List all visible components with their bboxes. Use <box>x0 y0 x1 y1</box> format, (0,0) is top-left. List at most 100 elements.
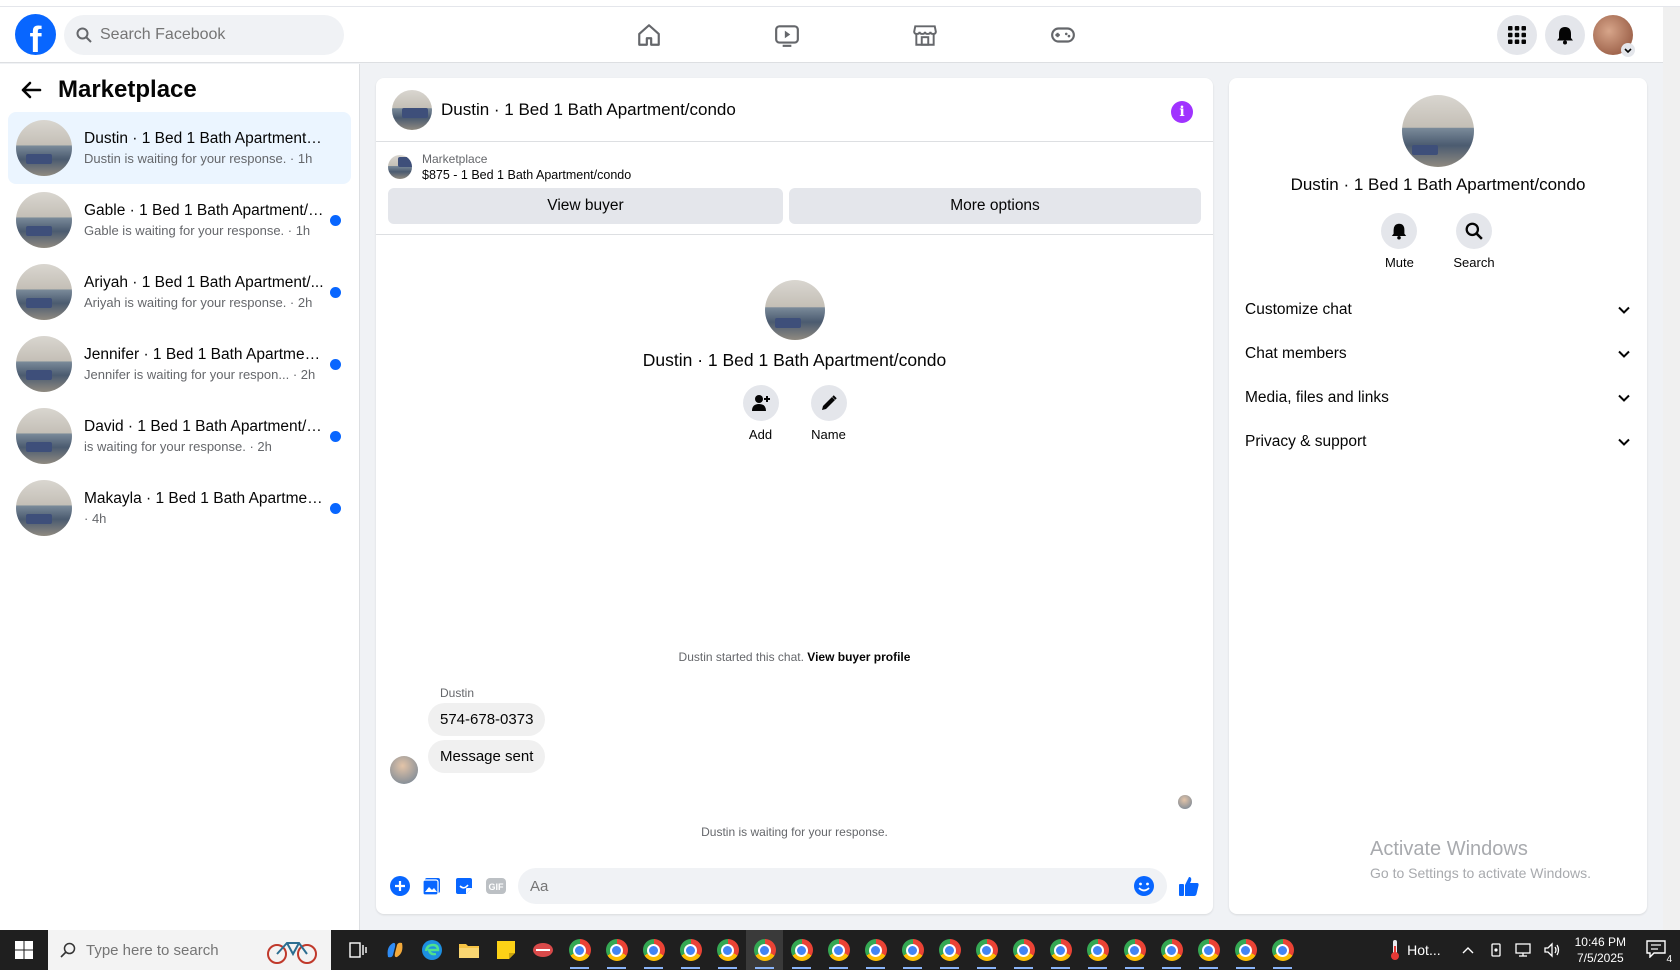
chrome-icon[interactable] <box>561 930 598 970</box>
conversation-item[interactable]: Gable · 1 Bed 1 Bath Apartment/c... Gabl… <box>8 184 351 256</box>
chrome-icon[interactable] <box>1153 930 1190 970</box>
search-input[interactable] <box>100 26 320 44</box>
gaming-icon[interactable] <box>994 14 1132 56</box>
chrome-icon[interactable] <box>1005 930 1042 970</box>
plus-icon[interactable] <box>384 870 416 902</box>
add-label: Add <box>748 427 773 442</box>
chrome-icon[interactable] <box>931 930 968 970</box>
waiting-note: Dustin is waiting for your response. <box>701 825 888 839</box>
edit-name-button[interactable]: Name <box>810 385 847 442</box>
chevron-down-icon <box>1621 43 1635 57</box>
chat-thumbnail[interactable] <box>392 89 432 130</box>
taskbar-search-input[interactable] <box>86 941 285 959</box>
chrome-icon[interactable] <box>635 930 672 970</box>
search-icon <box>76 27 92 43</box>
info-icon[interactable]: i <box>1171 101 1193 123</box>
home-icon[interactable] <box>580 14 718 56</box>
search-conversation-button[interactable]: Search <box>1453 213 1495 270</box>
sticker-icon[interactable] <box>448 870 480 902</box>
section-privacy-support[interactable]: Privacy & support <box>1229 420 1647 464</box>
chrome-icon[interactable] <box>598 930 635 970</box>
listing-thumbnail <box>16 120 72 176</box>
chrome-icon[interactable] <box>672 930 709 970</box>
emoji-icon[interactable] <box>1133 875 1155 897</box>
chrome-icon[interactable] <box>857 930 894 970</box>
conversation-item[interactable]: Ariyah · 1 Bed 1 Bath Apartment/... Ariy… <box>8 256 351 328</box>
section-label: Media, files and links <box>1245 389 1389 406</box>
photo-icon[interactable] <box>416 870 448 902</box>
conversation-item[interactable]: David · 1 Bed 1 Bath Apartment/c... is w… <box>8 400 351 472</box>
section-media-files-links[interactable]: Media, files and links <box>1229 376 1647 420</box>
listing-thumbnail <box>388 155 412 179</box>
message-input[interactable] <box>530 877 1133 895</box>
unread-dot <box>330 503 341 514</box>
notifications-bell-icon[interactable] <box>1545 15 1585 55</box>
sender-avatar[interactable] <box>390 756 418 784</box>
gif-icon[interactable]: GIF <box>480 870 512 902</box>
profile-avatar[interactable] <box>1593 15 1635 57</box>
view-buyer-button[interactable]: View buyer <box>388 188 784 224</box>
windows-start-icon[interactable] <box>0 930 48 970</box>
chrome-icon[interactable] <box>894 930 931 970</box>
weather-widget[interactable]: Hot... <box>1389 939 1441 961</box>
marketplace-icon[interactable] <box>856 14 994 56</box>
add-people-button[interactable]: Add <box>742 385 779 442</box>
back-arrow-icon[interactable] <box>20 79 42 101</box>
listing-price[interactable]: $875 - 1 Bed 1 Bath Apartment/condo <box>422 168 631 182</box>
watermark-title: Activate Windows <box>1370 838 1528 860</box>
top-nav-bar: f <box>0 7 1663 63</box>
task-view-icon[interactable] <box>339 930 376 970</box>
page-scrollbar[interactable] <box>1663 7 1680 930</box>
search-facebook-box[interactable] <box>64 15 344 55</box>
section-chat-members[interactable]: Chat members <box>1229 332 1647 376</box>
chrome-icon[interactable] <box>709 930 746 970</box>
chrome-icon[interactable] <box>1079 930 1116 970</box>
chrome-icon[interactable] <box>820 930 857 970</box>
message-bubble[interactable]: 574-678-0373 <box>428 703 546 736</box>
chrome-icon[interactable] <box>1116 930 1153 970</box>
profile-thumbnail <box>764 280 825 340</box>
more-options-button[interactable]: More options <box>789 188 1201 224</box>
sticky-notes-icon[interactable] <box>487 930 524 970</box>
chrome-icon[interactable] <box>1190 930 1227 970</box>
chrome-icon[interactable] <box>783 930 820 970</box>
conversation-title: Jennifer · 1 Bed 1 Bath Apartmen... <box>84 346 324 363</box>
chevron-down-icon <box>1618 350 1630 358</box>
thumbs-up-icon[interactable] <box>1173 870 1205 902</box>
chrome-icon[interactable] <box>1264 930 1301 970</box>
chevron-up-icon[interactable] <box>1461 945 1475 955</box>
conversation-item[interactable]: Jennifer · 1 Bed 1 Bath Apartmen... Jenn… <box>8 328 351 400</box>
activate-windows-watermark: Activate Windows Go to Settings to activ… <box>1370 838 1591 881</box>
view-buyer-profile-link[interactable]: View buyer profile <box>807 650 910 664</box>
chrome-icon[interactable] <box>1227 930 1264 970</box>
message-composer: GIF <box>376 858 1213 914</box>
section-customize-chat[interactable]: Customize chat <box>1229 288 1647 332</box>
account-controls <box>1497 15 1635 57</box>
copilot-icon[interactable] <box>376 930 413 970</box>
facebook-logo-icon[interactable]: f <box>15 14 56 55</box>
listing-thumbnail <box>16 336 72 392</box>
volume-icon[interactable] <box>1543 942 1561 958</box>
conversation-subtitle: is waiting for your response. · 2h <box>84 439 272 454</box>
edge-icon[interactable] <box>413 930 450 970</box>
chrome-icon[interactable] <box>746 930 783 970</box>
conversation-item[interactable]: Makayla · 1 Bed 1 Bath Apartmen... · 4h <box>8 472 351 544</box>
conversation-item[interactable]: Dustin · 1 Bed 1 Bath Apartment/c... Dus… <box>8 112 351 184</box>
message-bubble[interactable]: Message sent <box>428 740 546 773</box>
chrome-icon[interactable] <box>1042 930 1079 970</box>
file-explorer-icon[interactable] <box>450 930 487 970</box>
chat-title[interactable]: Dustin · 1 Bed 1 Bath Apartment/condo <box>441 100 736 120</box>
meet-now-icon[interactable] <box>1489 942 1505 958</box>
chrome-icon[interactable] <box>968 930 1005 970</box>
clock[interactable]: 10:46 PM 7/5/2025 <box>1575 934 1626 966</box>
notification-center[interactable]: 4 <box>1646 939 1672 965</box>
conversation-list: Dustin · 1 Bed 1 Bath Apartment/c... Dus… <box>0 112 359 544</box>
marketplace-listing-card: Marketplace $875 - 1 Bed 1 Bath Apartmen… <box>376 142 1213 235</box>
menu-grid-icon[interactable] <box>1497 15 1537 55</box>
video-icon[interactable] <box>718 14 856 56</box>
taskbar-search-box[interactable] <box>48 930 331 970</box>
mute-button[interactable]: Mute <box>1381 213 1418 270</box>
message-input-box[interactable] <box>518 868 1167 904</box>
snipping-tool-icon[interactable] <box>524 930 561 970</box>
network-icon[interactable] <box>1514 942 1533 958</box>
